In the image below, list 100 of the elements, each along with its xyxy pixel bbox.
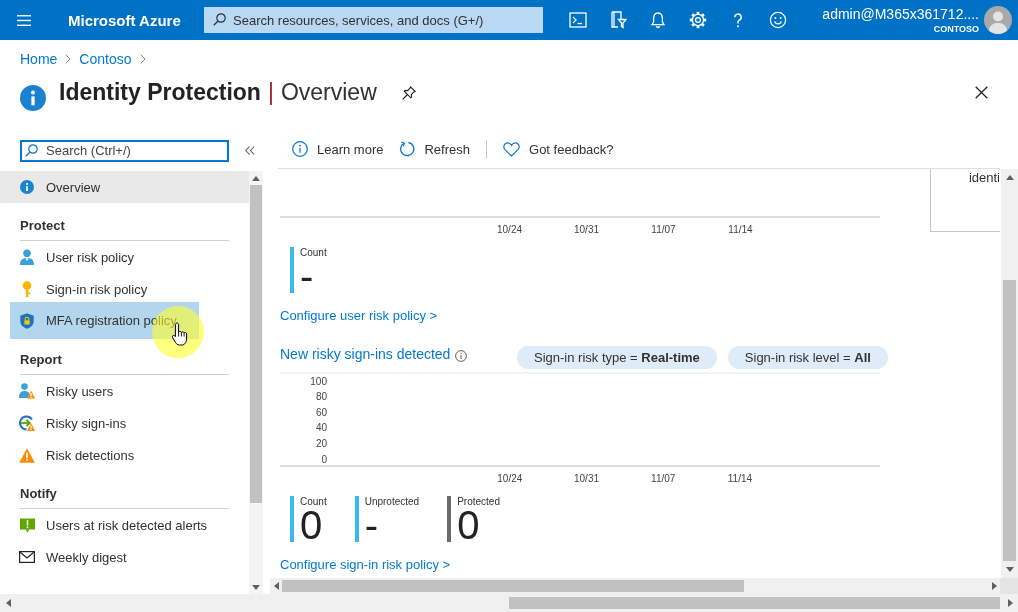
left-arrow-icon[interactable] <box>5 599 11 607</box>
axis-label: 11/07 <box>651 224 676 236</box>
toolbar-button[interactable]: Got feedback? <box>503 141 614 157</box>
refresh-icon <box>399 141 416 157</box>
sign-in-warning-icon <box>19 415 35 431</box>
double-chevron-left-icon <box>245 146 255 155</box>
scrollbar-thumb[interactable] <box>250 185 262 503</box>
axis-label: 11/14 <box>728 224 753 236</box>
legend-label: Unprotected <box>364 496 420 508</box>
section-heading: Protect <box>20 218 65 233</box>
sidebar-item[interactable]: Overview <box>0 171 249 203</box>
horizontal-scrollbar[interactable] <box>270 578 1000 594</box>
sidebar-item[interactable]: Users at risk detected alerts <box>0 509 249 541</box>
avatar-icon[interactable] <box>984 6 1012 34</box>
section-title-link[interactable]: New risky sign-ins detected <box>280 345 451 362</box>
scrollbar-thumb[interactable] <box>509 597 1000 609</box>
scrollbar-corner <box>1000 578 1018 594</box>
horizontal-scrollbar[interactable] <box>0 594 1018 612</box>
legend-label: Protected <box>457 496 500 508</box>
info-icon <box>20 85 46 111</box>
right-arrow-icon[interactable] <box>991 582 997 590</box>
filter-pill[interactable]: Sign-in risk type = Real-time <box>517 345 717 369</box>
up-arrow-icon[interactable] <box>252 175 260 181</box>
account-name[interactable]: admin@M365x361712.... <box>822 5 979 23</box>
y-tick-label: 40 <box>315 422 328 434</box>
toolbar-button[interactable]: Refresh <box>399 141 470 157</box>
legend-value: - <box>364 508 378 542</box>
search-field[interactable]: Search resources, services, and docs (G+/) <box>204 7 543 33</box>
sidebar-item[interactable]: Risky sign-ins <box>0 407 249 439</box>
pin-button[interactable] <box>401 86 416 100</box>
terminal-icon <box>569 11 587 29</box>
y-tick-label: 60 <box>315 406 328 418</box>
search-icon <box>25 144 38 157</box>
breadcrumb-link[interactable]: Home <box>20 51 58 67</box>
legend-label: Count <box>300 496 327 508</box>
person-warning-icon <box>19 383 35 399</box>
legend-value: - <box>300 259 314 293</box>
search-field[interactable]: Search (Ctrl+/) <box>20 139 229 162</box>
scrollbar-thumb[interactable] <box>1003 280 1016 561</box>
brand-name[interactable]: Microsoft Azure <box>68 11 181 29</box>
sidebar-item[interactable]: User risk policy <box>0 241 249 273</box>
y-tick-label: 20 <box>315 438 328 450</box>
down-arrow-icon[interactable] <box>1005 567 1014 572</box>
heart-icon <box>503 141 520 157</box>
card-text: identi <box>968 170 1000 186</box>
up-arrow-icon[interactable] <box>1005 175 1014 180</box>
legend-value: 0 <box>300 508 323 542</box>
tenant-name: CONTOSO <box>933 23 979 35</box>
x-tick-label: 10/31 <box>573 472 600 484</box>
bell-icon <box>649 11 667 29</box>
down-arrow-icon[interactable] <box>252 584 260 590</box>
section-heading: Notify <box>20 486 57 501</box>
y-tick-label: 0 <box>321 453 328 465</box>
collapse-button[interactable] <box>245 146 255 155</box>
toolbar-button[interactable]: Learn more <box>292 141 384 157</box>
filter-pill[interactable]: Sign-in risk level = All <box>727 345 888 369</box>
y-tick-label: 80 <box>315 391 328 403</box>
configure-link[interactable]: Configure user risk policy > <box>280 308 438 324</box>
axis-label: 10/31 <box>574 224 599 236</box>
info-icon <box>20 180 34 194</box>
legend-label: Count <box>300 247 327 259</box>
key-icon <box>21 281 33 297</box>
breadcrumb-link[interactable]: Contoso <box>79 51 132 67</box>
sidebar-item[interactable]: Risk detections <box>0 439 249 471</box>
x-tick-label: 11/14 <box>727 472 753 484</box>
vertical-scrollbar[interactable] <box>1001 169 1018 578</box>
page-title: Identity Protection <box>59 78 261 106</box>
right-arrow-icon[interactable] <box>1007 599 1013 607</box>
close-button[interactable] <box>975 86 988 99</box>
x-tick-label: 10/24 <box>497 472 523 484</box>
settings-icon <box>689 11 707 29</box>
info-icon <box>455 350 468 362</box>
search-icon <box>213 13 226 26</box>
sidebar-item[interactable]: Sign-in risk policy <box>0 273 249 305</box>
scrollbar-thumb[interactable] <box>282 580 744 592</box>
vertical-scrollbar[interactable] <box>249 171 263 594</box>
y-tick-label: 100 <box>310 375 328 387</box>
warning-icon <box>19 447 35 463</box>
directory-filter-icon <box>609 11 627 29</box>
pin-icon <box>401 86 416 100</box>
sidebar-item[interactable]: Weekly digest <box>0 541 249 573</box>
left-arrow-icon[interactable] <box>273 582 279 590</box>
chevron-right-icon <box>65 54 72 64</box>
x-tick-label: 11/07 <box>651 472 676 484</box>
line-chart: 0 20 40 60 80 100 10/24 10/31 11/07 11/14 <box>280 370 880 490</box>
person-icon <box>19 249 35 265</box>
alert-message-icon <box>19 517 35 533</box>
smiley-icon <box>769 11 787 29</box>
title-separator: | <box>267 78 274 106</box>
close-icon <box>975 86 988 99</box>
sidebar-item[interactable]: Risky users <box>0 375 249 407</box>
menu-icon <box>17 14 31 26</box>
section-heading: Report <box>20 352 62 367</box>
info-icon <box>292 141 308 157</box>
chevron-right-icon <box>139 54 146 64</box>
envelope-icon <box>19 551 35 563</box>
page-subtitle: Overview <box>280 78 377 106</box>
axis-label: 10/24 <box>497 224 522 236</box>
legend-value: 0 <box>457 508 480 542</box>
configure-link[interactable]: Configure sign-in risk policy > <box>280 557 451 573</box>
